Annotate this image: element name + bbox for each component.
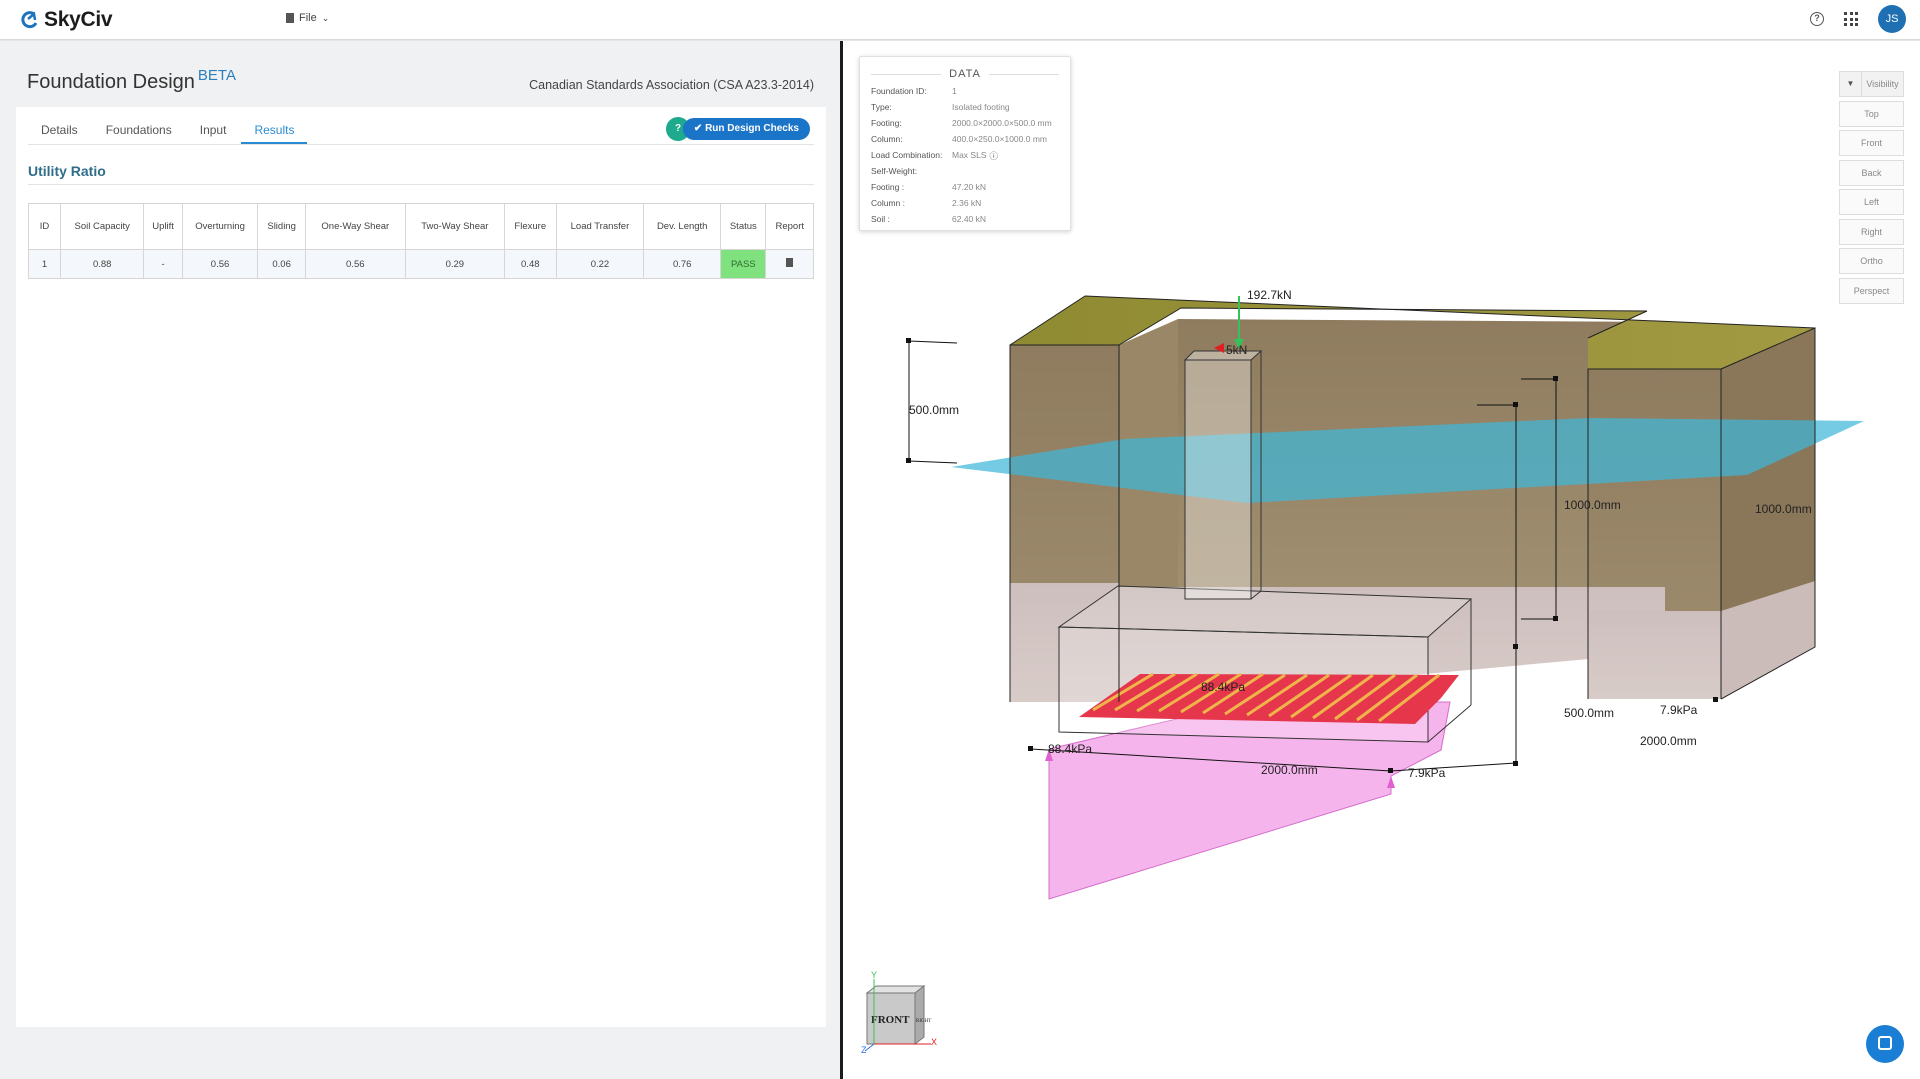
- table-header-row: ID Soil Capacity Uplift Overturning Slid…: [28, 203, 814, 250]
- axis-z-label: Z: [861, 1045, 867, 1055]
- column-header: Uplift: [143, 203, 183, 250]
- column-height-label: 1000.0mm: [1564, 498, 1621, 512]
- axial-load-label: 192.7kN: [1247, 288, 1292, 302]
- cell-report[interactable]: [765, 249, 814, 279]
- tab-results[interactable]: Results: [241, 115, 308, 144]
- data-row: Footing: 2000.0×2000.0×500.0 mm: [871, 118, 1052, 128]
- run-design-checks-label: Run Design Checks: [705, 123, 799, 134]
- top-bar: SkyCiv File ⌄ ? JS: [0, 0, 1920, 40]
- pressure-max-front-label: 88.4kPa: [1048, 742, 1092, 756]
- cell-overturning: 0.56: [181, 249, 259, 279]
- view-front-button[interactable]: Front: [1839, 130, 1904, 156]
- design-standard: Canadian Standards Association (CSA A23.…: [529, 78, 814, 92]
- column-header: Load Transfer: [555, 203, 645, 250]
- file-menu-label: File: [299, 12, 317, 24]
- cell-flexure: 0.48: [503, 249, 557, 279]
- cell-dev-length: 0.76: [643, 249, 722, 279]
- data-row: Self-Weight:: [871, 166, 918, 176]
- column-header: Two-Way Shear: [404, 203, 505, 250]
- check-icon: ✔: [693, 123, 703, 134]
- column-header: Overturning: [181, 203, 259, 250]
- table-row[interactable]: 1 0.88 - 0.56 0.06 0.56 0.29 0.48 0.22 0…: [28, 249, 814, 279]
- view-cube-right-label: RIGHT: [916, 1019, 931, 1024]
- pressure-min-front-label: 7.9kPa: [1408, 766, 1446, 780]
- column-header: ID: [28, 203, 61, 250]
- data-panel: DATA Foundation ID: 1 Type: Isolated footi…: [859, 56, 1071, 231]
- chevron-down-icon: ⌄: [321, 12, 330, 23]
- tab-details[interactable]: Details: [28, 115, 91, 144]
- tab-foundations[interactable]: Foundations: [93, 115, 185, 144]
- chat-support-button[interactable]: [1866, 1025, 1904, 1063]
- data-row: Footing :47.20 kN: [871, 182, 987, 192]
- utility-ratio-title: Utility Ratio: [28, 163, 814, 185]
- user-avatar[interactable]: JS: [1878, 5, 1906, 33]
- data-row: Type: Isolated footing: [871, 102, 1010, 112]
- cell-soil-capacity: 0.88: [59, 249, 145, 279]
- data-row: Foundation ID: 1: [871, 86, 957, 96]
- report-icon[interactable]: [786, 258, 794, 267]
- cell-id: 1: [28, 249, 61, 279]
- view-right-button[interactable]: Right: [1839, 218, 1904, 245]
- view-perspective-button[interactable]: Perspect: [1839, 277, 1904, 304]
- soil-depth-label: 500.0mm: [909, 403, 959, 417]
- column-header: Sliding: [257, 203, 306, 250]
- data-row: Column :2.36 kN: [871, 198, 982, 208]
- cell-uplift: -: [143, 249, 183, 279]
- status-badge: PASS: [720, 249, 767, 279]
- view-cube[interactable]: FRONT RIGHT Y X Z: [861, 970, 937, 1055]
- column-header: Report: [765, 203, 814, 250]
- water-depth-label: 1000.0mm: [1755, 502, 1812, 516]
- pressure-min-right-label: 7.9kPa: [1660, 703, 1698, 717]
- results-card: Details Foundations Input Results ? ✔ Ru…: [16, 107, 826, 1027]
- view-ortho-button[interactable]: Ortho: [1839, 248, 1904, 274]
- footing-width-label: 2000.0mm: [1261, 763, 1318, 777]
- data-row: Soil :62.40 kN: [871, 214, 987, 224]
- design-panel: Foundation Design BETA Canadian Standards…: [0, 41, 840, 1079]
- column-block: [1184, 359, 1252, 600]
- brand-name: SkyCiv: [44, 8, 113, 31]
- file-menu[interactable]: File ⌄: [286, 12, 329, 24]
- data-row: Load Combination: Max SLS ⓘ: [871, 150, 999, 162]
- column-header: Dev. Length: [643, 203, 722, 250]
- data-row: Column: 400.0×250.0×1000.0 mm: [871, 134, 1047, 144]
- view-left-button[interactable]: Left: [1839, 189, 1904, 215]
- page-title-text: Foundation Design: [27, 71, 195, 93]
- apps-grid-icon[interactable]: [1844, 12, 1858, 26]
- footing-length-label: 2000.0mm: [1640, 734, 1697, 748]
- help-icon[interactable]: ?: [1810, 12, 1824, 26]
- skyciv-logo-icon: [21, 11, 38, 29]
- chat-icon: [1878, 1036, 1892, 1050]
- column-header: Soil Capacity: [59, 203, 145, 250]
- info-icon[interactable]: ⓘ: [990, 150, 999, 162]
- utility-ratio-table: ID Soil Capacity Uplift Overturning Slid…: [28, 203, 814, 279]
- axis-y-label: Y: [871, 970, 877, 980]
- page-title: Foundation Design BETA: [27, 67, 236, 94]
- soil-lower-right: [1588, 611, 1721, 699]
- cell-one-way-shear: 0.56: [304, 249, 406, 279]
- skyciv-logo[interactable]: SkyCiv: [20, 7, 113, 33]
- view-back-button[interactable]: Back: [1839, 159, 1904, 186]
- view-cube-front-label: FRONT: [871, 1014, 910, 1026]
- run-design-checks-button[interactable]: ✔ Run Design Checks: [682, 118, 810, 140]
- view-top-button[interactable]: Top: [1839, 100, 1904, 127]
- cell-two-way-shear: 0.29: [404, 249, 505, 279]
- filter-icon: ▼: [1840, 72, 1862, 96]
- column-header: Status: [720, 203, 767, 250]
- column-header: Flexure: [503, 203, 557, 250]
- view-controls: ▼ Visibility Top Front Back Left Right O…: [1839, 71, 1904, 307]
- axis-x-label: X: [931, 1037, 937, 1047]
- pressure-max-top-label: 88.4kPa: [1201, 680, 1245, 694]
- beta-badge: BETA: [197, 67, 236, 84]
- tab-input[interactable]: Input: [187, 115, 240, 144]
- 3d-viewport[interactable]: 192.7kN 5kN 500.0mm 1000.0mm 1000.0mm 50…: [843, 41, 1920, 1079]
- cell-load-transfer: 0.22: [555, 249, 645, 279]
- footing-thickness-label: 500.0mm: [1564, 706, 1614, 720]
- file-icon: [286, 13, 294, 23]
- moment-load-label: 5kN: [1226, 343, 1247, 357]
- cell-sliding: 0.06: [257, 249, 306, 279]
- visibility-toggle[interactable]: ▼ Visibility: [1839, 71, 1904, 97]
- column-header: One-Way Shear: [304, 203, 406, 250]
